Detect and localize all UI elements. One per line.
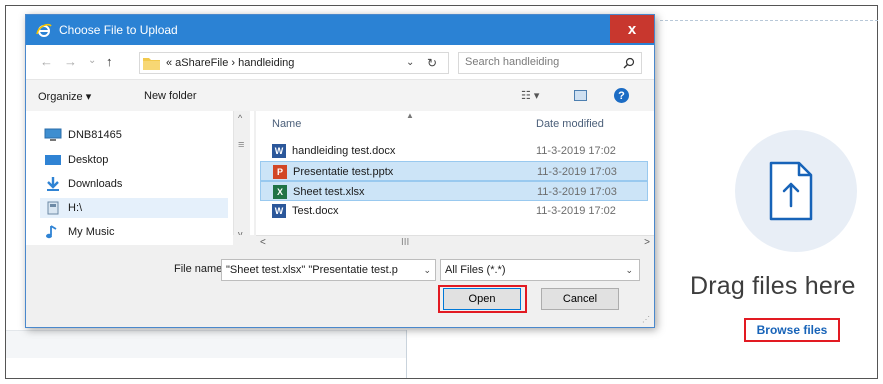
file-date-modified: 11-3-2019 17:02 — [536, 205, 616, 217]
resize-grip-icon[interactable]: ⋰ — [642, 315, 652, 325]
nav-item-label: DNB81465 — [68, 129, 122, 141]
file-list-hscrollbar[interactable]: < III > — [256, 235, 654, 250]
file-name-value[interactable]: "Sheet test.xlsx" "Presentatie test.p — [226, 264, 416, 276]
chevron-down-icon[interactable]: ⌄ — [625, 265, 633, 276]
powerpoint-file-icon: P — [273, 165, 287, 179]
refresh-icon[interactable]: ↻ — [427, 56, 437, 70]
column-header-name[interactable]: Name — [272, 118, 301, 130]
new-folder-button[interactable]: New folder — [144, 90, 197, 102]
close-button[interactable]: x — [610, 15, 654, 43]
drive-icon — [47, 201, 59, 215]
nav-item-h-drive[interactable]: H:\ — [40, 198, 228, 218]
help-icon[interactable]: ? — [614, 88, 629, 103]
search-box[interactable] — [458, 52, 642, 74]
dialog-titlebar[interactable]: Choose File to Upload x — [26, 15, 654, 45]
address-bar[interactable]: « aShareFile › handleiding ⌄ ↻ — [139, 52, 449, 74]
sort-ascending-icon: ▲ — [406, 111, 414, 120]
forward-arrow-icon[interactable]: → — [64, 54, 77, 69]
file-type-select[interactable]: All Files (*.*) ⌄ — [440, 259, 640, 281]
file-name: Presentatie test.pptx — [293, 166, 394, 178]
nav-item-desktop[interactable]: Desktop — [44, 150, 108, 170]
file-list-pane: ▲ Name Date modified W handleiding test.… — [256, 111, 654, 245]
nav-item-label: H:\ — [68, 202, 83, 214]
search-input[interactable] — [465, 56, 615, 68]
nav-item-downloads[interactable]: Downloads — [44, 174, 122, 194]
file-list-header: ▲ Name Date modified — [256, 111, 654, 135]
open-button[interactable]: Open — [443, 288, 521, 310]
upload-area-border — [660, 20, 878, 21]
back-arrow-icon[interactable]: ← — [40, 54, 53, 69]
computer-icon — [44, 128, 62, 141]
folder-icon — [143, 58, 160, 70]
downloads-icon — [47, 177, 59, 191]
file-date-modified: 11-3-2019 17:02 — [536, 145, 616, 157]
file-name: handleiding test.docx — [292, 145, 396, 157]
internet-explorer-icon — [36, 23, 52, 37]
dialog-toolbar: Organize ▾ New folder ☷ ▾ ? — [26, 79, 654, 111]
nav-pane-scrollbar[interactable]: ^ ≡ v — [233, 111, 250, 245]
scroll-corner — [233, 235, 255, 250]
nav-item-label: Downloads — [68, 178, 123, 190]
chevron-down-icon[interactable]: ⌄ — [423, 265, 431, 276]
file-upload-dialog: Choose File to Upload x ← → ⌄ ↑ « aShare… — [25, 14, 655, 328]
file-name-label: File name: — [174, 263, 226, 275]
organize-menu[interactable]: Organize ▾ — [38, 90, 91, 103]
desktop-icon — [45, 155, 61, 165]
scroll-left-icon[interactable]: < — [260, 237, 266, 248]
file-name-field[interactable]: "Sheet test.xlsx" "Presentatie test.p ⌄ — [221, 259, 436, 281]
file-date-modified: 11-3-2019 17:03 — [537, 166, 617, 178]
upload-file-icon — [769, 161, 813, 221]
nav-item-my-music[interactable]: My Music — [44, 222, 114, 242]
file-row[interactable]: P Presentatie test.pptx 11-3-2019 17:03 — [260, 161, 648, 181]
music-icon — [46, 225, 57, 239]
file-name: Sheet test.xlsx — [293, 186, 365, 198]
navigation-bar: ← → ⌄ ↑ « aShareFile › handleiding ⌄ ↻ — [26, 45, 654, 79]
nav-item-computer[interactable]: DNB81465 — [44, 125, 122, 145]
search-icon[interactable] — [623, 57, 635, 69]
scroll-thumb[interactable]: ≡ — [238, 140, 247, 151]
chevron-down-icon[interactable]: ⌄ — [406, 57, 414, 68]
cancel-button[interactable]: Cancel — [541, 288, 619, 310]
word-file-icon: W — [272, 204, 286, 218]
column-header-date-modified[interactable]: Date modified — [536, 118, 604, 130]
excel-file-icon: X — [273, 185, 287, 199]
file-row[interactable]: W Test.docx 11-3-2019 17:02 — [260, 201, 648, 221]
drag-files-text: Drag files here — [690, 272, 856, 300]
scroll-up-icon[interactable]: ^ — [238, 113, 242, 123]
change-view-icon[interactable]: ☷ ▾ — [521, 89, 539, 102]
file-row[interactable]: X Sheet test.xlsx 11-3-2019 17:03 — [260, 181, 648, 201]
scroll-right-icon[interactable]: > — [644, 237, 650, 248]
file-row[interactable]: W handleiding test.docx 11-3-2019 17:02 — [260, 141, 648, 161]
address-path: « aShareFile › handleiding — [166, 57, 295, 69]
browse-files-link[interactable]: Browse files — [757, 323, 828, 337]
hscroll-thumb[interactable]: III — [401, 237, 409, 248]
nav-item-label: Desktop — [68, 154, 109, 166]
nav-item-label: My Music — [68, 226, 115, 238]
browse-files-highlight: Browse files — [744, 318, 840, 342]
navigation-pane: DNB81465 Desktop Downloads H:\ My Music … — [26, 111, 254, 245]
dialog-title: Choose File to Upload — [59, 23, 178, 37]
recent-locations-icon[interactable]: ⌄ — [88, 55, 96, 66]
word-file-icon: W — [272, 144, 286, 158]
up-arrow-icon[interactable]: ↑ — [106, 54, 113, 69]
file-type-value: All Files (*.*) — [445, 264, 506, 276]
page-footer-strip — [6, 330, 406, 358]
page-divider — [406, 330, 407, 378]
preview-pane-icon[interactable] — [574, 90, 587, 101]
file-name: Test.docx — [292, 205, 339, 217]
file-date-modified: 11-3-2019 17:03 — [537, 186, 617, 198]
